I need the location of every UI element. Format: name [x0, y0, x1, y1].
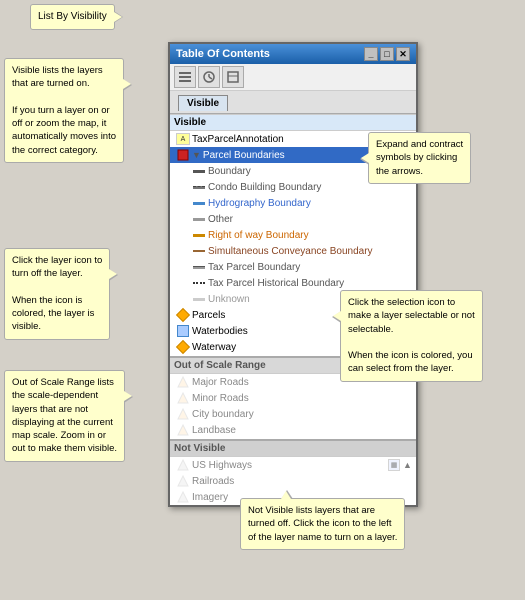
layer-toggle-icon[interactable] — [176, 308, 190, 322]
layer-row-landbase[interactable]: Landbase — [170, 422, 416, 438]
toc-title: Table Of Contents — [176, 48, 270, 60]
section-header-visible: Visible — [170, 114, 416, 131]
symbol-hydro — [192, 196, 206, 210]
tooltip-list-by-visibility-text: List By Visibility — [38, 11, 107, 22]
layer-row-us-highways[interactable]: US Highways ▦ ▲ — [170, 457, 416, 473]
symbol-unknown — [192, 292, 206, 306]
toc-toolbar-btn2[interactable] — [198, 66, 220, 88]
toc-toolbar-btn1[interactable] — [174, 66, 196, 88]
layer-toggle-icon[interactable] — [176, 340, 190, 354]
tooltip-not-visible-info: Not Visible lists layers that are turned… — [240, 498, 405, 550]
layer-row-taxparcelhist[interactable]: Tax Parcel Historical Boundary — [170, 275, 416, 291]
layer-row-tax-parcel-boundary[interactable]: Tax Parcel Boundary — [170, 259, 416, 275]
layer-row-railroads[interactable]: Railroads — [170, 473, 416, 489]
layer-toggle-icon[interactable] — [176, 324, 190, 338]
symbol-taxparcelhist — [192, 276, 206, 290]
tab-visible[interactable]: Visible — [178, 95, 228, 111]
layer-row-simul[interactable]: Simultaneous Conveyance Boundary — [170, 243, 416, 259]
tooltip-visible-text: Visible lists the layers that are turned… — [12, 64, 116, 157]
layer-toggle-icon[interactable] — [176, 391, 190, 405]
symbol-tax-parcel-boundary — [192, 260, 206, 274]
layer-row-minor-roads[interactable]: Minor Roads — [170, 390, 416, 406]
tooltip-out-of-scale-info: Out of Scale Range lists the scale-depen… — [4, 370, 125, 462]
symbol-rightway — [192, 228, 206, 242]
layer-toggle-icon[interactable] — [176, 474, 190, 488]
layer-toggle-icon[interactable] — [176, 375, 190, 389]
layer-toggle-icon[interactable] — [176, 490, 190, 504]
toc-minimize-button[interactable]: _ — [364, 47, 378, 61]
layer-row-city-boundary[interactable]: City boundary — [170, 406, 416, 422]
tooltip-not-visible-text: Not Visible lists layers that are turned… — [248, 504, 397, 544]
tooltip-list-by-visibility: List By Visibility — [30, 4, 115, 30]
selection-icon[interactable]: ▦ — [388, 459, 400, 471]
toc-close-button[interactable]: ✕ — [396, 47, 410, 61]
tooltip-visible-info: Visible lists the layers that are turned… — [4, 58, 124, 163]
expand-icon[interactable]: ▲ — [401, 459, 414, 472]
toc-titlebar: Table Of Contents _ □ ✕ — [170, 44, 416, 64]
layer-row-other[interactable]: Other — [170, 211, 416, 227]
tooltip-layer-icon-info: Click the layer icon to turn off the lay… — [4, 248, 110, 340]
tooltip-selection-text: Click the selection icon to make a layer… — [348, 296, 475, 376]
symbol-boundary — [192, 164, 206, 178]
tooltip-selection-info: Click the selection icon to make a layer… — [340, 290, 483, 382]
layer-row-rightway[interactable]: Right of way Boundary — [170, 227, 416, 243]
section-header-not-visible: Not Visible — [170, 439, 416, 457]
tooltip-out-of-scale-text: Out of Scale Range lists the scale-depen… — [12, 376, 117, 456]
toc-toolbar-btn3[interactable] — [222, 66, 244, 88]
tooltip-expand-text: Expand and contract symbols by clicking … — [376, 138, 463, 178]
toc-toolbar — [170, 64, 416, 91]
symbol-simul — [192, 244, 206, 258]
toc-window: Table Of Contents _ □ ✕ Visible Visible — [168, 42, 418, 507]
symbol-condo — [192, 180, 206, 194]
expand-arrow[interactable]: ▼ — [192, 150, 201, 160]
symbol-other — [192, 212, 206, 226]
layer-row-hydro[interactable]: Hydrography Boundary — [170, 195, 416, 211]
layer-toggle-icon[interactable] — [176, 148, 190, 162]
tooltip-layer-icon-text: Click the layer icon to turn off the lay… — [12, 254, 102, 334]
layer-toggle-icon[interactable] — [176, 407, 190, 421]
layer-toggle-icon[interactable] — [176, 423, 190, 437]
tooltip-expand-info: Expand and contract symbols by clicking … — [368, 132, 471, 184]
layer-toggle-icon[interactable]: A — [176, 132, 190, 146]
toc-titlebar-buttons: _ □ ✕ — [364, 47, 410, 61]
toc-maximize-button[interactable]: □ — [380, 47, 394, 61]
layer-toggle-icon[interactable] — [176, 458, 190, 472]
